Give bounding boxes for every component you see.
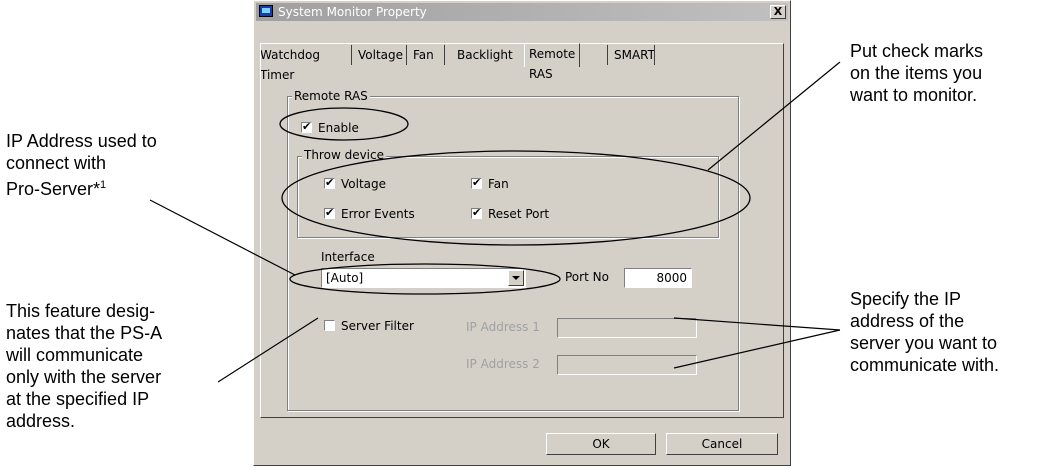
check-mark-icon: ✔ bbox=[325, 176, 335, 189]
check-mark-icon: ✔ bbox=[325, 206, 335, 219]
footnote-marker: 1 bbox=[100, 179, 107, 191]
throw-device-group-label: Throw device bbox=[302, 148, 386, 162]
callout-server-filter: This feature desig- nates that the PS-A … bbox=[6, 301, 163, 431]
error-events-checkbox-box[interactable]: ✔ bbox=[324, 206, 335, 219]
monitor-icon bbox=[259, 5, 273, 17]
enable-checkbox-box[interactable]: ✔ bbox=[301, 120, 312, 133]
check-mark-icon: ✔ bbox=[472, 206, 482, 219]
title-bar: System Monitor Property X bbox=[256, 3, 788, 21]
fan-checkbox-box[interactable]: ✔ bbox=[471, 176, 482, 189]
enable-label: Enable bbox=[318, 121, 359, 135]
check-mark-icon: ✔ bbox=[302, 120, 312, 133]
callout-check-marks: Put check marks on the items you want to… bbox=[850, 41, 984, 105]
port-no-label: Port No bbox=[565, 270, 609, 284]
error-events-label: Error Events bbox=[341, 207, 415, 221]
port-no-value: 8000 bbox=[656, 271, 687, 285]
ok-button[interactable]: OK bbox=[546, 433, 656, 455]
interface-label: Interface bbox=[321, 250, 375, 264]
callout-specify-ip: Specify the IP address of the server you… bbox=[850, 289, 1000, 375]
window-title: System Monitor Property bbox=[278, 5, 427, 19]
port-no-field[interactable]: 8000 bbox=[624, 268, 692, 288]
voltage-label: Voltage bbox=[341, 177, 387, 191]
voltage-checkbox-box[interactable]: ✔ bbox=[324, 176, 335, 189]
fan-label: Fan bbox=[488, 177, 509, 191]
server-filter-label: Server Filter bbox=[341, 319, 414, 333]
remote-ras-group-label: Remote RAS bbox=[292, 89, 370, 103]
close-button[interactable]: X bbox=[770, 5, 786, 19]
throw-device-group bbox=[297, 156, 719, 238]
callout-ip-address-text: IP Address used to connect with Pro-Serv… bbox=[6, 131, 157, 199]
interface-dropdown[interactable]: [Auto] bbox=[321, 268, 526, 288]
interface-value: [Auto] bbox=[326, 271, 364, 285]
chevron-down-icon[interactable] bbox=[508, 270, 524, 286]
remote-ras-panel: Remote RAS ✔ Enable Throw device ✔ Volta… bbox=[260, 43, 784, 418]
ip-address-2-label: IP Address 2 bbox=[466, 357, 540, 371]
ip-address-1-label: IP Address 1 bbox=[466, 320, 540, 334]
callout-ip-address: IP Address used to connect with Pro-Serv… bbox=[6, 130, 157, 200]
cancel-button[interactable]: Cancel bbox=[666, 433, 778, 455]
ip-address-2-field[interactable] bbox=[557, 355, 697, 375]
check-mark-icon: ✔ bbox=[472, 176, 482, 189]
server-filter-checkbox-box[interactable] bbox=[324, 320, 335, 331]
ip-address-1-field[interactable] bbox=[557, 318, 697, 338]
reset-port-checkbox-box[interactable]: ✔ bbox=[471, 206, 482, 219]
reset-port-label: Reset Port bbox=[488, 207, 550, 221]
tab-remote-ras[interactable]: Remote RAS bbox=[524, 43, 581, 81]
system-monitor-property-dialog: System Monitor Property X Watchdog Timer… bbox=[253, 0, 791, 466]
